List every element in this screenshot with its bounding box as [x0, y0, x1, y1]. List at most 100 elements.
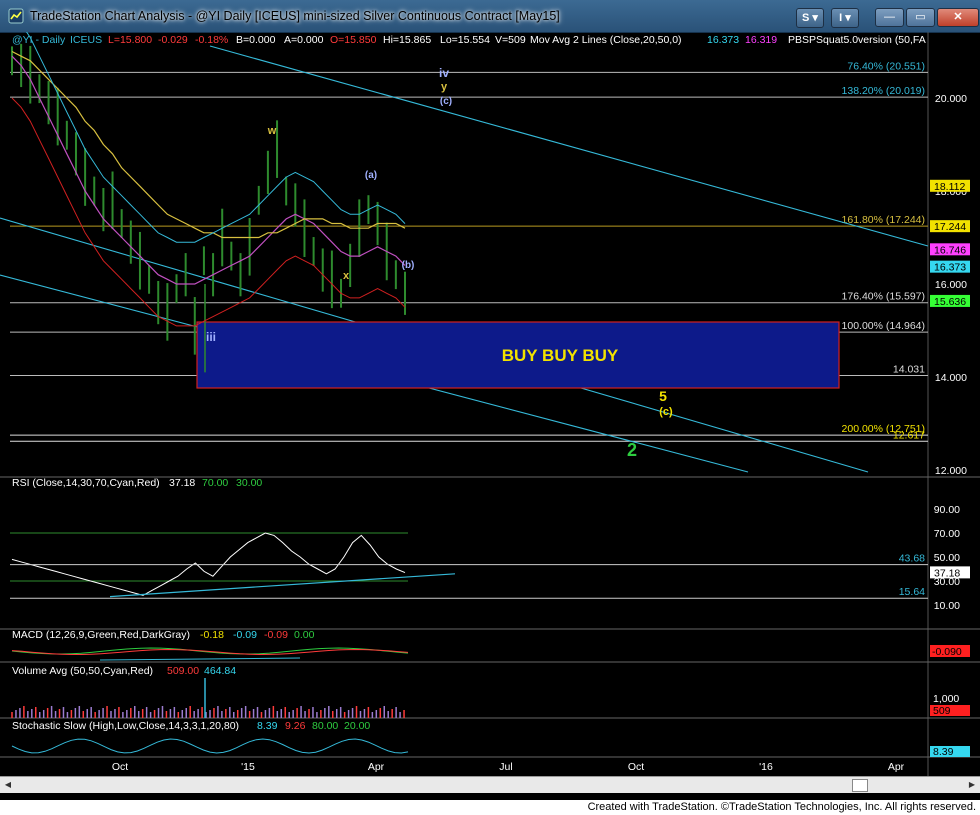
- fib-label: 176.40% (15.597): [842, 291, 925, 303]
- upper-band-line: [26, 32, 406, 243]
- header-ma1: 16.373: [707, 34, 739, 46]
- stoch-series: [11, 738, 409, 754]
- price-marker-label: 15.636: [934, 296, 966, 308]
- rsi-tick: 50.00: [934, 552, 960, 564]
- volume-v2: 464.84: [204, 665, 236, 677]
- fib-label: 138.20% (20.019): [842, 85, 925, 97]
- price-series: [11, 32, 406, 373]
- macd-label: MACD (12,26,9,Green,Red,DarkGray): [12, 629, 190, 641]
- scroll-thumb[interactable]: [852, 779, 868, 792]
- wave-label: 5: [659, 388, 667, 404]
- chart-canvas: @YI - Daily ICEUS L=15.800 -0.029 -0.18%…: [0, 32, 980, 776]
- price-tick: 20.000: [935, 93, 967, 105]
- fib-label: 76.40% (20.551): [847, 60, 925, 72]
- window-title: TradeStation Chart Analysis - @YI Daily …: [30, 9, 560, 23]
- rsi-panel: RSI (Close,14,30,70,Cyan,Red) 37.18 70.0…: [12, 477, 262, 489]
- stoch-panel: Stochastic Slow (High,Low,Close,14,3,3,1…: [12, 720, 970, 758]
- macd-panel: MACD (12,26,9,Green,Red,DarkGray) -0.18 …: [12, 629, 970, 658]
- header-high: Hi=15.865: [383, 34, 431, 46]
- tradestation-logo-icon: [8, 8, 24, 24]
- date-tick: Apr: [888, 761, 905, 773]
- header-bid: B=0.000: [236, 34, 276, 46]
- date-tick: '16: [759, 761, 773, 773]
- footer: Created with TradeStation. ©TradeStation…: [0, 800, 980, 815]
- header-ma2: 16.319: [745, 34, 777, 46]
- price-tick: 12.000: [935, 465, 967, 477]
- volume-value-box: 509: [933, 705, 951, 717]
- stoch-k-line: [11, 738, 409, 754]
- price-marker-label: 16.746: [934, 244, 966, 256]
- price-marker-label: 18.112: [934, 181, 965, 193]
- volume-bars: [11, 678, 405, 718]
- price-marker-label: 16.373: [934, 262, 966, 274]
- wave-label: (a): [365, 170, 377, 181]
- wave-label: 2: [627, 440, 637, 460]
- i-menu-button[interactable]: I ▾: [831, 8, 859, 28]
- date-axis: Oct '15 Apr Jul Oct '16 Apr: [112, 761, 905, 773]
- date-tick: Oct: [112, 761, 128, 773]
- wave-label: (c): [440, 96, 452, 107]
- header-volume: V=509: [495, 34, 526, 46]
- volume-v1: 509.00: [167, 665, 199, 677]
- fib-label: 100.00% (14.964): [842, 320, 925, 332]
- macd-value-box: -0.090: [932, 646, 962, 658]
- macd-trendline: [99, 657, 301, 661]
- rsi-level-label: 15.64: [899, 586, 925, 598]
- header-pbs: PBSPSquat5.0version (50,FA: [788, 34, 926, 46]
- macd-v4: 0.00: [294, 629, 315, 641]
- header-ma-label: Mov Avg 2 Lines (Close,20,50,0): [530, 34, 682, 46]
- footer-copyright: Created with TradeStation. ©TradeStation…: [587, 801, 976, 813]
- price-tick: 14.000: [935, 372, 967, 384]
- wave-label: (b): [402, 260, 415, 271]
- volume-panel: Volume Avg (50,50,Cyan,Red) 509.00 464.8…: [12, 665, 970, 717]
- header-percent: -0.18%: [195, 34, 228, 46]
- header-ask: A=0.000: [284, 34, 324, 46]
- header-low: Lo=15.554: [440, 34, 490, 46]
- wave-labels: ivy (c) w (a) (b) x iii 5 (c) 2: [206, 66, 673, 460]
- volume-label: Volume Avg (50,50,Cyan,Red): [12, 665, 153, 677]
- rsi-ob: 70.00: [202, 477, 228, 489]
- wave-label: iv: [439, 66, 449, 80]
- price-tick: 16.000: [935, 279, 967, 291]
- horizontal-scrollbar[interactable]: ◀ ▶: [0, 776, 980, 793]
- header-open: O=15.850: [330, 34, 377, 46]
- date-tick: '15: [241, 761, 255, 773]
- s-menu-button[interactable]: S ▾: [796, 8, 824, 28]
- rsi-level-label: 43.68: [899, 553, 925, 565]
- stoch-label: Stochastic Slow (High,Low,Close,14,3,3,1…: [12, 720, 239, 732]
- minimize-button[interactable]: —: [875, 8, 904, 27]
- wave-label: (c): [659, 406, 673, 418]
- stoch-v3: 80.00: [312, 720, 338, 732]
- header-exchange: ICEUS: [70, 34, 102, 46]
- macd-v1: -0.18: [200, 629, 224, 641]
- macd-v2: -0.09: [233, 629, 257, 641]
- stoch-v1: 8.39: [257, 720, 278, 732]
- date-tick: Jul: [499, 761, 512, 773]
- wave-label: y: [441, 81, 448, 93]
- fib-label: 161.80% (17.244): [842, 214, 925, 226]
- maximize-button[interactable]: ▭: [906, 8, 935, 27]
- close-button[interactable]: ✕: [937, 8, 979, 27]
- stoch-v4: 20.00: [344, 720, 370, 732]
- volume-tick: 1,000: [933, 693, 959, 705]
- scroll-right-icon[interactable]: ▶: [966, 779, 978, 790]
- header-change: -0.029: [158, 34, 188, 46]
- ma50-line: [11, 50, 406, 239]
- date-tick: Apr: [368, 761, 385, 773]
- header-symbol: @YI - Daily: [12, 34, 66, 46]
- wave-label: x: [343, 270, 350, 282]
- wave-label: w: [267, 125, 277, 137]
- fib-label: 12.617: [893, 429, 925, 441]
- buy-zone-label: BUY BUY BUY: [502, 346, 619, 365]
- wave-label: iii: [206, 330, 216, 344]
- fib-label: 14.031: [893, 364, 925, 376]
- rsi-axis: 90.0070.0050.0030.0010.0043.6815.6437.18: [10, 504, 970, 612]
- macd-series: [11, 647, 409, 661]
- rsi-value-box-label: 37.18: [934, 567, 960, 579]
- ma20-line: [11, 55, 406, 285]
- scroll-left-icon[interactable]: ◀: [2, 779, 14, 790]
- macd-v3: -0.09: [264, 629, 288, 641]
- price-marker-label: 17.244: [934, 221, 966, 233]
- status-gap: [0, 792, 980, 800]
- date-tick: Oct: [628, 761, 644, 773]
